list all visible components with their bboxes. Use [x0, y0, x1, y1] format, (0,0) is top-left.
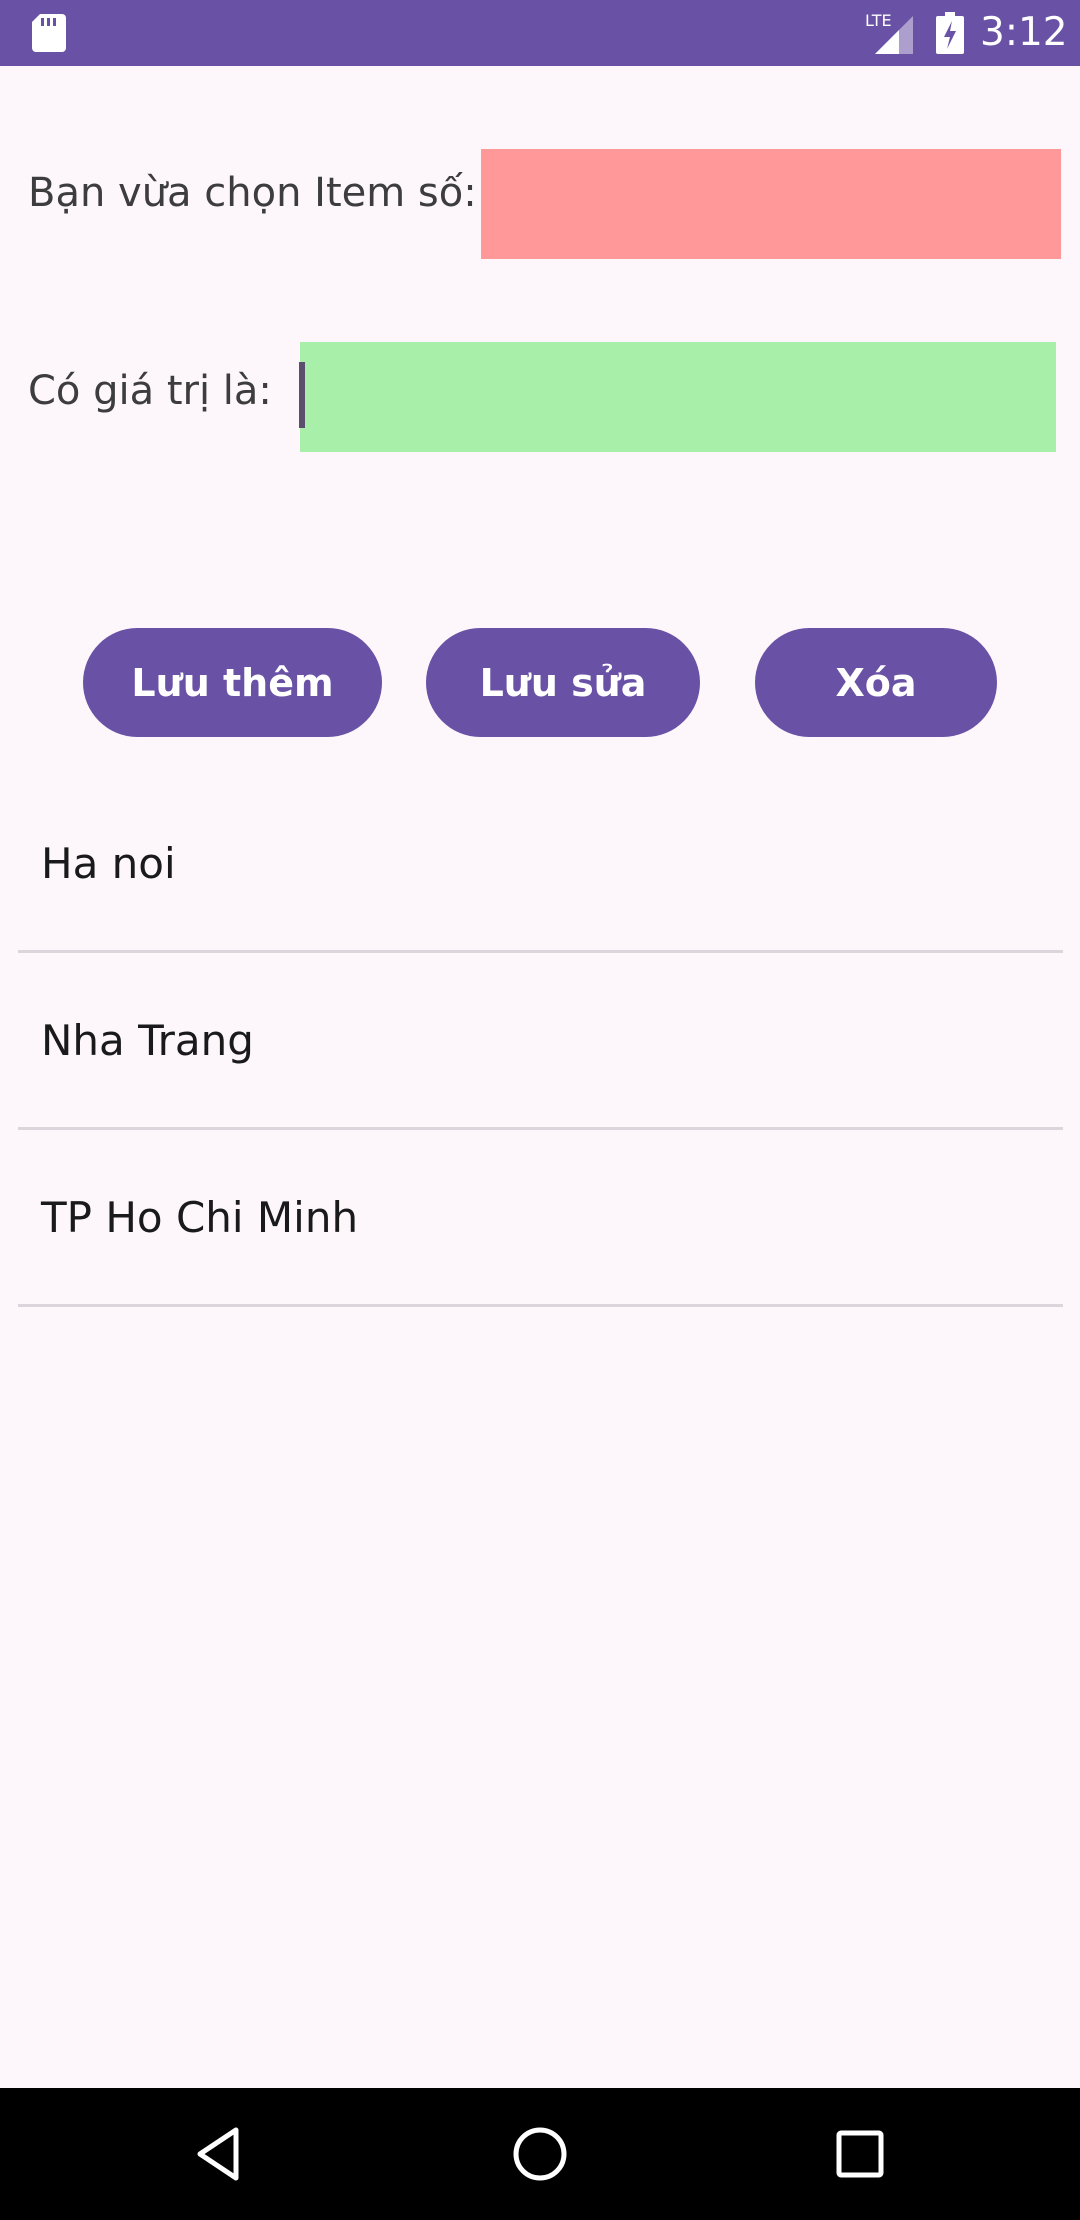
list-item[interactable]: TP Ho Chi Minh: [18, 1130, 1063, 1307]
home-icon[interactable]: [510, 2124, 570, 2184]
list-item[interactable]: Ha noi: [18, 776, 1063, 953]
navigation-bar: [0, 2088, 1080, 2220]
signal-lte-icon: LTE: [865, 11, 913, 54]
recents-icon[interactable]: [830, 2124, 890, 2184]
status-bar: LTE 3:12: [0, 0, 1080, 66]
text-cursor: [299, 362, 305, 428]
value-field[interactable]: [300, 342, 1056, 452]
city-list: Ha noi Nha Trang TP Ho Chi Minh: [18, 776, 1063, 1307]
sd-card-icon: [32, 14, 66, 52]
battery-charging-icon: [936, 12, 964, 54]
value-label: Có giá trị là:: [28, 368, 272, 414]
edit-button[interactable]: Lưu sửa: [426, 628, 700, 737]
add-button[interactable]: Lưu thêm: [83, 628, 382, 737]
selected-item-label: Bạn vừa chọn Item số:: [28, 170, 477, 216]
selected-item-field[interactable]: [481, 149, 1061, 259]
network-label: LTE: [865, 11, 892, 30]
clock: 3:12: [980, 10, 1068, 55]
list-item[interactable]: Nha Trang: [18, 953, 1063, 1130]
back-icon[interactable]: [190, 2124, 250, 2184]
delete-button[interactable]: Xóa: [755, 628, 997, 737]
